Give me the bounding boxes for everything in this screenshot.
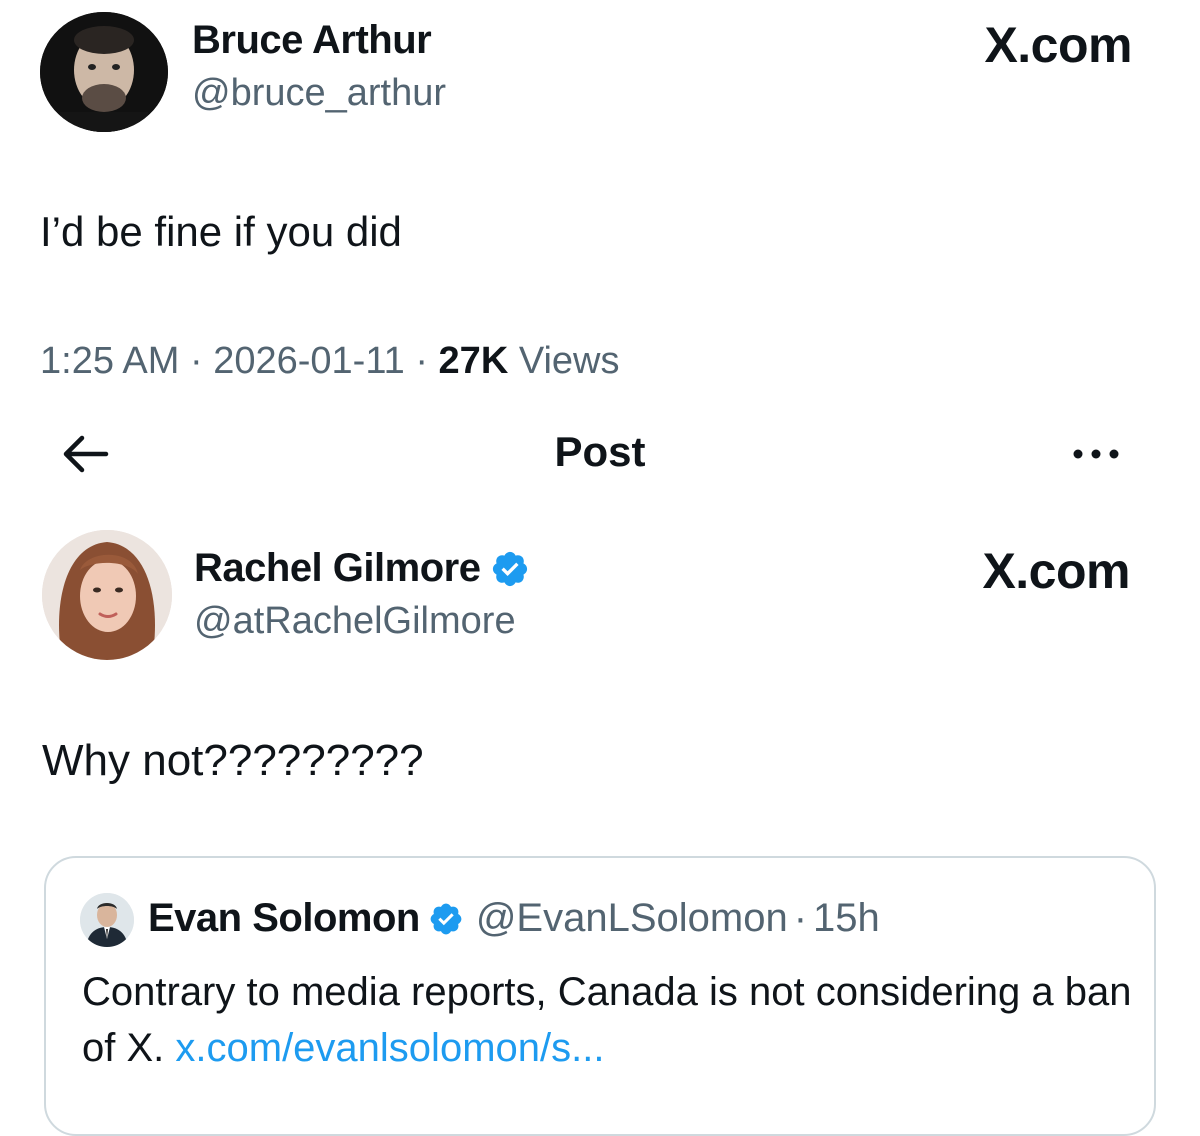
author-handle[interactable]: @bruce_arthur (192, 72, 446, 115)
avatar-image (80, 893, 134, 947)
tweet-metadata: 1:25 AM · 2026-01-11 · 27K Views (40, 340, 620, 383)
tweet-time[interactable]: 1:25 AM (40, 340, 179, 382)
separator: · (179, 340, 214, 382)
tweet-date[interactable]: 2026-01-11 (213, 340, 405, 382)
quoted-tweet-header: Evan Solomon @EvanLSolomon · 15h (148, 896, 880, 941)
quoted-tweet-text: Contrary to media reports, Canada is not… (82, 964, 1142, 1076)
verified-badge-icon (428, 901, 464, 937)
tweet-text: I’d be fine if you did (40, 208, 402, 255)
avatar-rachel-gilmore[interactable] (42, 530, 172, 660)
quoted-author-name[interactable]: Evan Solomon (148, 896, 420, 941)
brand-watermark: X.com (982, 543, 1130, 599)
brand-watermark: X.com (984, 17, 1132, 73)
verified-badge-icon (490, 549, 530, 589)
avatar-bruce-arthur[interactable] (40, 12, 168, 132)
author-name[interactable]: Bruce Arthur (192, 18, 432, 63)
avatar-image (40, 12, 168, 132)
views-label: Views (508, 340, 620, 382)
separator: · (404, 340, 439, 382)
avatar-evan-solomon[interactable] (80, 893, 134, 947)
more-horizontal-icon[interactable] (1070, 432, 1122, 476)
author-name[interactable]: Rachel Gilmore (194, 546, 530, 591)
views-count[interactable]: 27K (439, 340, 509, 382)
quoted-author-handle[interactable]: @EvanLSolomon (476, 896, 788, 941)
separator: · (793, 896, 808, 940)
page-title: Post (554, 428, 646, 475)
tweet-text: Why not????????? (42, 736, 424, 785)
avatar-image (42, 530, 172, 660)
quoted-tweet-time[interactable]: 15h (813, 896, 880, 941)
author-handle[interactable]: @atRachelGilmore (194, 600, 516, 643)
author-name-label: Rachel Gilmore (194, 546, 481, 590)
quoted-tweet-link[interactable]: x.com/evanlsolomon/s... (175, 1026, 604, 1070)
